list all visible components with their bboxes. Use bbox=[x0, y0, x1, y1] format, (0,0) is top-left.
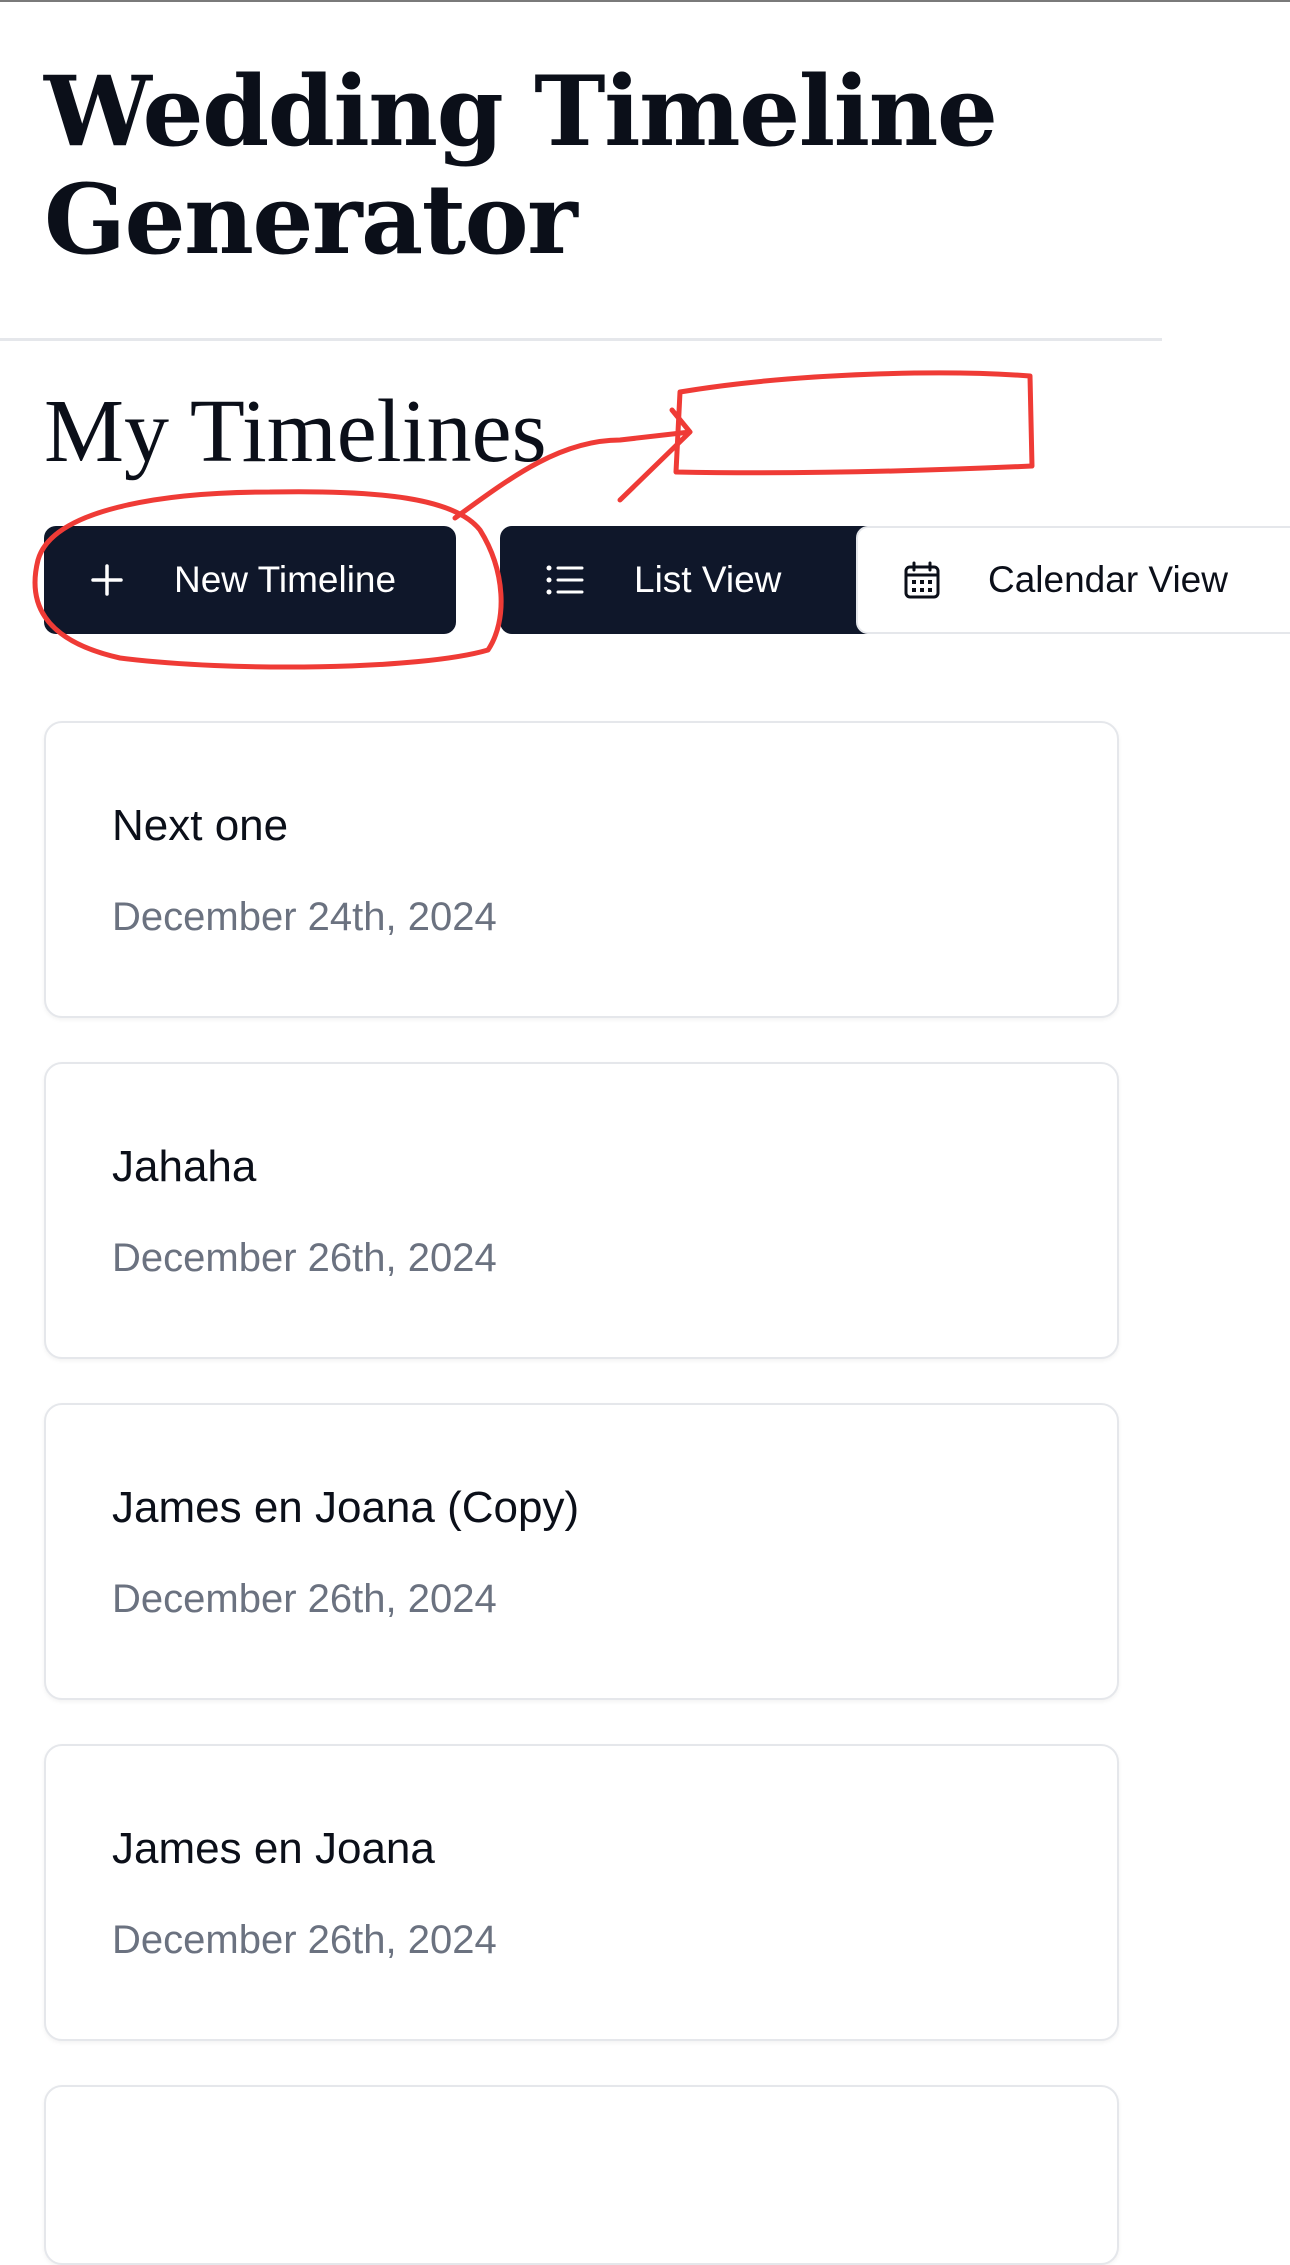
plus-icon bbox=[91, 564, 123, 596]
list-view-label: List View bbox=[634, 559, 782, 600]
new-timeline-button[interactable]: New Timeline bbox=[44, 526, 456, 634]
list-view-button[interactable]: List View bbox=[500, 526, 878, 634]
timeline-card[interactable] bbox=[44, 2085, 1119, 2265]
annotation-rectangle bbox=[673, 370, 1035, 476]
new-timeline-label: New Timeline bbox=[174, 559, 397, 600]
calendar-view-label: Calendar View bbox=[988, 559, 1228, 600]
toolbar: New Timeline List View Calendar View bbox=[44, 526, 1290, 634]
list-icon bbox=[546, 565, 584, 595]
timeline-card[interactable]: James en Joana (Copy) December 26th, 202… bbox=[44, 1403, 1119, 1700]
timeline-date: December 26th, 2024 bbox=[112, 1236, 497, 1280]
top-border bbox=[0, 0, 1290, 2]
timeline-card[interactable]: Jahaha December 26th, 2024 bbox=[44, 1062, 1119, 1359]
timeline-card[interactable]: Next one December 24th, 2024 bbox=[44, 721, 1119, 1018]
header-divider bbox=[0, 338, 1162, 341]
timeline-date: December 24th, 2024 bbox=[112, 895, 497, 939]
section-title: My Timelines bbox=[44, 382, 547, 481]
timeline-date: December 26th, 2024 bbox=[112, 1918, 497, 1962]
timeline-title: James en Joana (Copy) bbox=[112, 1483, 580, 1532]
timeline-date: December 26th, 2024 bbox=[112, 1577, 497, 1621]
timeline-card[interactable]: James en Joana December 26th, 2024 bbox=[44, 1744, 1119, 2041]
timeline-title: Next one bbox=[112, 801, 289, 850]
app-title: Wedding Timeline Generator bbox=[44, 55, 998, 276]
timeline-title: Jahaha bbox=[112, 1142, 257, 1191]
calendar-icon bbox=[904, 561, 940, 599]
timeline-title: James en Joana bbox=[112, 1824, 435, 1873]
calendar-view-button[interactable]: Calendar View bbox=[856, 526, 1290, 634]
